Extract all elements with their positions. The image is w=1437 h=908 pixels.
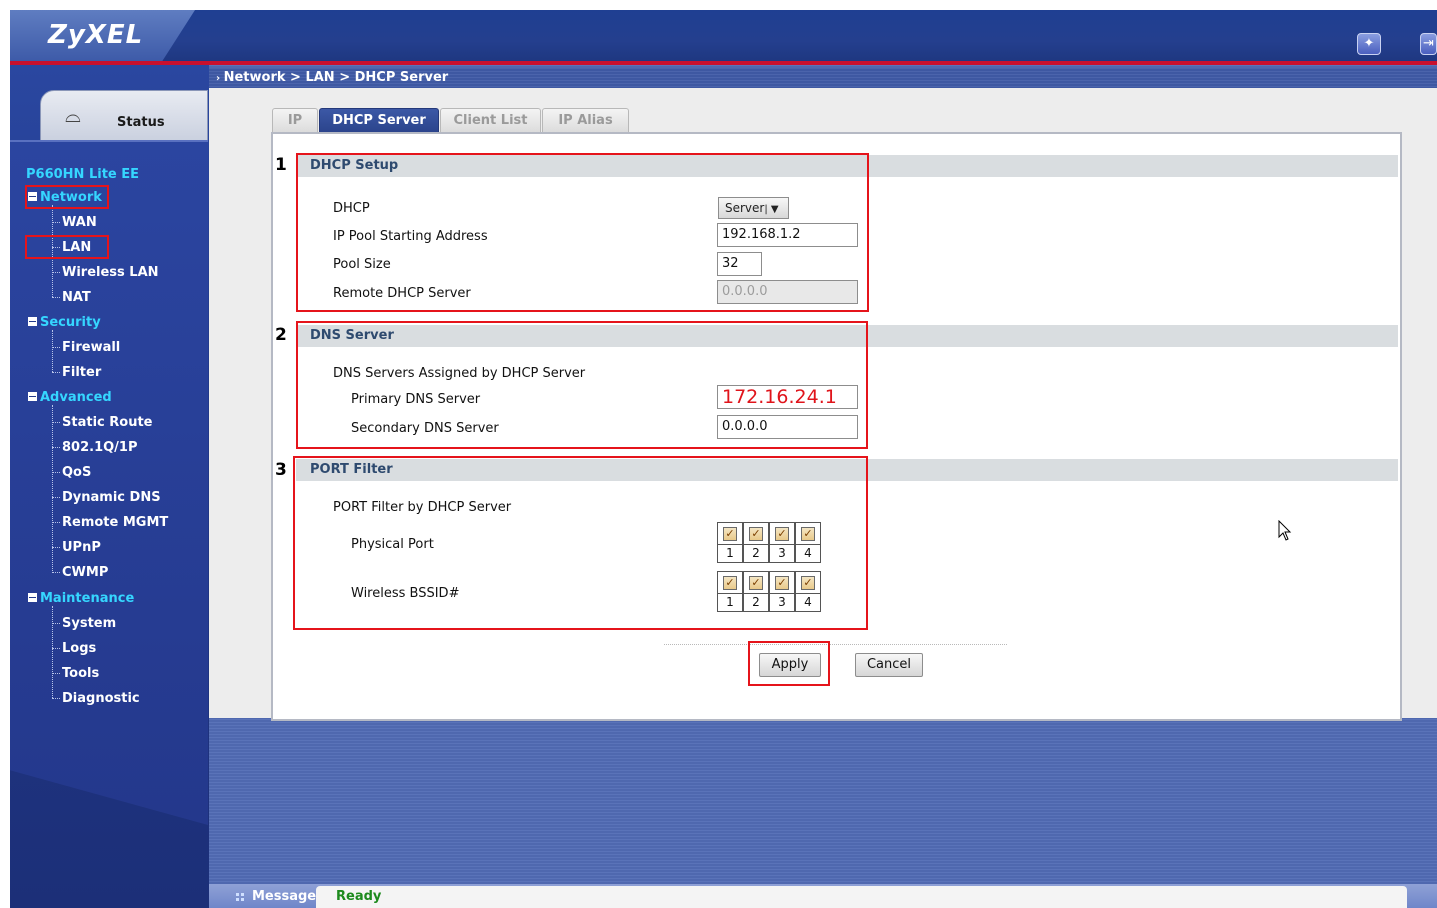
breadcrumb: › Network > LAN > DHCP Server [216,70,449,85]
tab-ip-alias[interactable]: IP Alias [542,108,629,132]
highlight-network [25,185,109,209]
top-banner: ZyXEL [10,10,1437,62]
sidebar-item-cwmp[interactable]: CWMP [62,565,108,580]
sidebar-item-upnp[interactable]: UPnP [62,540,101,555]
tree-tick [52,372,60,373]
mouse-cursor-icon [1278,520,1292,541]
zyxel-logo: ZyXEL [48,20,144,50]
grip-icon [236,893,244,901]
section-number-1: 1 [275,155,287,175]
sidebar-item-8021q[interactable]: 802.1Q/1P [62,440,138,455]
tree-tick [52,698,60,699]
section-number-2: 2 [275,325,287,345]
tree-connector [52,330,53,372]
collapse-icon[interactable] [28,317,37,326]
tree-tick [52,648,60,649]
logout-icon[interactable]: ⇥ [1420,33,1437,55]
tree-tick [52,522,60,523]
tree-tick [52,673,60,674]
sidebar-item-wireless-lan[interactable]: Wireless LAN [62,265,159,280]
model-name: P660HN Lite EE [26,167,140,182]
cancel-button[interactable]: Cancel [855,653,923,677]
message-status: Ready [336,889,382,904]
sidebar-item-qos[interactable]: QoS [62,465,91,480]
sidebar-item-tools[interactable]: Tools [62,666,99,681]
highlight-apply [748,641,830,686]
tree-tick [52,472,60,473]
sidebar-group-advanced[interactable]: Advanced [28,390,112,405]
sidebar-item-firewall[interactable]: Firewall [62,340,120,355]
tree-tick [52,222,60,223]
highlight-dns-server [296,321,868,449]
message-field [316,886,1407,908]
collapse-icon[interactable] [28,593,37,602]
tree-tick [52,422,60,423]
section-number-3: 3 [275,460,287,480]
sidebar-item-static-route[interactable]: Static Route [62,415,152,430]
tree-tick [52,547,60,548]
tree-connector [52,606,53,698]
sidebar-item-system[interactable]: System [62,616,116,631]
sidebar-group-security[interactable]: Security [28,315,101,330]
highlight-lan [25,235,109,259]
sidebar-item-filter[interactable]: Filter [62,365,101,380]
message-label: Message [252,889,317,904]
sidebar-item-logs[interactable]: Logs [62,641,96,656]
sidebar-group-maintenance[interactable]: Maintenance [28,591,134,606]
tree-tick [52,447,60,448]
sidebar-item-dynamic-dns[interactable]: Dynamic DNS [62,490,161,505]
highlight-dhcp-setup [296,153,869,312]
button-separator [664,644,1007,645]
collapse-icon[interactable] [28,392,37,401]
router-icon: ⌓ [65,103,81,127]
tree-tick [52,272,60,273]
status-tab-label: Status [117,115,165,130]
tree-tick [52,347,60,348]
tree-tick [52,572,60,573]
sidebar-item-diagnostic[interactable]: Diagnostic [62,691,140,706]
tree-tick [52,623,60,624]
sidebar-item-wan[interactable]: WAN [62,215,97,230]
breadcrumb-arrow-icon: › [216,73,224,84]
tree-tick [52,297,60,298]
tab-ip[interactable]: IP [272,108,318,132]
tab-client-list[interactable]: Client List [440,108,541,132]
sidebar-item-remote-mgmt[interactable]: Remote MGMT [62,515,168,530]
tab-dhcp-server[interactable]: DHCP Server [319,108,439,132]
wizard-icon[interactable]: ✦ [1357,33,1381,55]
highlight-port-filter [293,456,868,630]
sidebar-item-nat[interactable]: NAT [62,290,91,305]
tree-tick [52,497,60,498]
